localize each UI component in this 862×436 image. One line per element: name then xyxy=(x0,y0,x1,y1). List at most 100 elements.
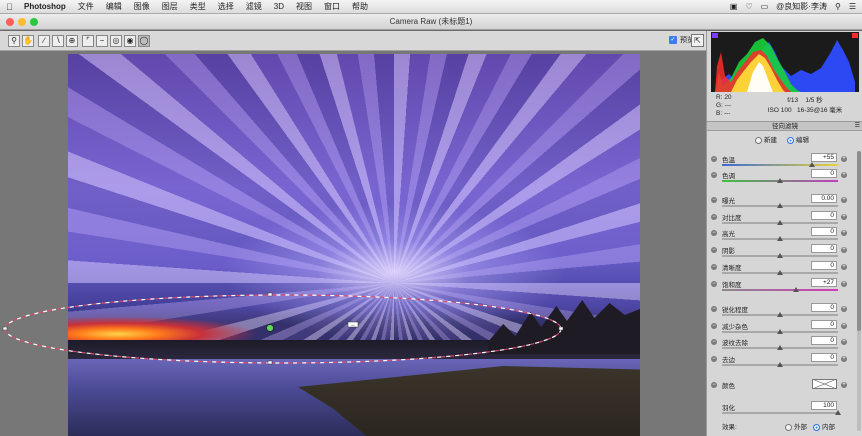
feather-track[interactable] xyxy=(722,412,838,414)
slider-plus-icon[interactable]: + xyxy=(841,197,847,203)
slider-value-field[interactable]: 0 xyxy=(811,353,837,362)
slider-plus-icon[interactable]: + xyxy=(841,306,847,312)
slider-plus-icon[interactable]: + xyxy=(841,247,847,253)
color-sampler-icon[interactable]: ∖ xyxy=(52,35,64,47)
slider-plus-icon[interactable]: + xyxy=(841,281,847,287)
handle-left[interactable] xyxy=(2,326,8,331)
slider-value-field[interactable]: 0 xyxy=(811,211,837,220)
slider-track[interactable] xyxy=(722,164,838,166)
menu-type[interactable]: 类型 xyxy=(190,1,206,12)
heart-icon[interactable]: ♡ xyxy=(745,2,752,11)
slider-plus-icon[interactable]: + xyxy=(841,156,847,162)
display-icon[interactable]: ▭ xyxy=(761,2,769,11)
slider-minus-icon[interactable]: − xyxy=(711,323,717,329)
slider-thumb[interactable] xyxy=(793,287,800,292)
slider-minus-icon[interactable]: − xyxy=(711,356,717,362)
panel-menu-icon[interactable]: ☰ xyxy=(855,122,860,131)
white-balance-icon[interactable]: ∕ xyxy=(38,35,50,47)
image-canvas[interactable]: ↔ xyxy=(0,51,706,436)
menu-file[interactable]: 文件 xyxy=(78,1,94,12)
app-menu[interactable]: Photoshop xyxy=(24,2,66,11)
mode-edit-radio[interactable] xyxy=(787,136,794,144)
effect-outside-option[interactable]: 外部 xyxy=(785,421,807,431)
slider-plus-icon[interactable]: + xyxy=(841,323,847,329)
slider-minus-icon[interactable]: − xyxy=(711,247,717,253)
handle-top[interactable] xyxy=(267,292,273,297)
effect-inside-option[interactable]: 内部 xyxy=(813,421,835,431)
effect-outside-radio[interactable] xyxy=(785,423,792,431)
panel-scrollbar-thumb[interactable] xyxy=(857,151,861,331)
color-minus-icon[interactable]: − xyxy=(711,382,717,388)
slider-minus-icon[interactable]: − xyxy=(711,156,717,162)
slider-value-field[interactable]: +55 xyxy=(811,153,837,162)
list-icon[interactable]: ☰ xyxy=(849,2,856,11)
slider-plus-icon[interactable]: + xyxy=(841,172,847,178)
slider-value-field[interactable]: 0 xyxy=(811,244,837,253)
menu-edit[interactable]: 编辑 xyxy=(106,1,122,12)
slider-minus-icon[interactable]: − xyxy=(711,214,717,220)
slider-value-field[interactable]: 0 xyxy=(811,303,837,312)
slider-plus-icon[interactable]: + xyxy=(841,264,847,270)
menu-window[interactable]: 窗口 xyxy=(324,1,340,12)
color-swatch[interactable] xyxy=(812,379,837,389)
mode-new-option[interactable]: 新建 xyxy=(755,134,777,144)
slider-minus-icon[interactable]: − xyxy=(711,306,717,312)
slider-thumb[interactable] xyxy=(777,270,783,275)
slider-value-field[interactable]: 0 xyxy=(811,261,837,270)
zoom-window-icon[interactable] xyxy=(30,18,38,26)
feather-field[interactable]: 100 xyxy=(811,401,837,410)
search-icon[interactable]: ⚲ xyxy=(835,2,841,11)
menu-help[interactable]: 帮助 xyxy=(352,1,368,12)
slider-plus-icon[interactable]: + xyxy=(841,214,847,220)
slider-minus-icon[interactable]: − xyxy=(711,172,717,178)
spot-removal-icon[interactable]: ◎ xyxy=(110,35,122,47)
preview-checkbox[interactable]: ✓ xyxy=(669,36,677,44)
highlight-clipping-icon[interactable] xyxy=(852,33,858,38)
handle-bottom[interactable] xyxy=(267,360,273,365)
crop-icon[interactable]: ⌜ xyxy=(82,35,94,47)
zoom-icon[interactable]: ⚲ xyxy=(8,35,20,47)
slider-value-field[interactable]: 0 xyxy=(811,169,837,178)
slider-value-field[interactable]: 0 xyxy=(811,336,837,345)
slider-track[interactable] xyxy=(722,289,838,291)
apple-menu-icon[interactable]:  xyxy=(6,2,16,12)
shadow-clipping-icon[interactable] xyxy=(712,33,718,38)
effect-inside-radio[interactable] xyxy=(813,423,820,431)
slider-minus-icon[interactable]: − xyxy=(711,264,717,270)
menu-select[interactable]: 选择 xyxy=(218,1,234,12)
fullscreen-button[interactable]: ⇱ xyxy=(691,34,704,47)
slider-value-field[interactable]: 0 xyxy=(811,227,837,236)
color-plus-icon[interactable]: + xyxy=(841,382,847,388)
hand-icon[interactable]: ✋ xyxy=(22,35,34,47)
feather-thumb[interactable] xyxy=(835,410,841,415)
menu-layer[interactable]: 图层 xyxy=(162,1,178,12)
slider-minus-icon[interactable]: − xyxy=(711,281,717,287)
panel-scrollbar[interactable] xyxy=(857,151,861,431)
slider-thumb[interactable] xyxy=(777,362,783,367)
radial-filter-overlay[interactable]: ↔ xyxy=(0,51,706,436)
slider-thumb[interactable] xyxy=(777,253,783,258)
slider-thumb[interactable] xyxy=(777,236,783,241)
mode-new-radio[interactable] xyxy=(755,136,762,144)
mode-edit-option[interactable]: 编辑 xyxy=(787,134,809,144)
slider-thumb[interactable] xyxy=(777,220,783,225)
slider-value-field[interactable]: 0 xyxy=(811,320,837,329)
slider-thumb[interactable] xyxy=(777,203,783,208)
slider-value-field[interactable]: 0.00 xyxy=(811,194,837,203)
handle-right[interactable] xyxy=(558,326,564,331)
minimize-icon[interactable] xyxy=(18,18,26,26)
menu-3d[interactable]: 3D xyxy=(274,2,284,11)
slider-thumb[interactable] xyxy=(777,178,783,183)
slider-plus-icon[interactable]: + xyxy=(841,339,847,345)
slider-plus-icon[interactable]: + xyxy=(841,356,847,362)
slider-minus-icon[interactable]: − xyxy=(711,230,717,236)
screen-record-icon[interactable]: ▣ xyxy=(730,2,738,11)
slider-thumb[interactable] xyxy=(809,162,816,167)
slider-minus-icon[interactable]: − xyxy=(711,197,717,203)
close-icon[interactable] xyxy=(6,18,14,26)
slider-plus-icon[interactable]: + xyxy=(841,230,847,236)
filter-pin[interactable] xyxy=(266,324,274,332)
slider-thumb[interactable] xyxy=(777,329,783,334)
slider-thumb[interactable] xyxy=(777,312,783,317)
red-eye-icon[interactable]: ◉ xyxy=(124,35,136,47)
